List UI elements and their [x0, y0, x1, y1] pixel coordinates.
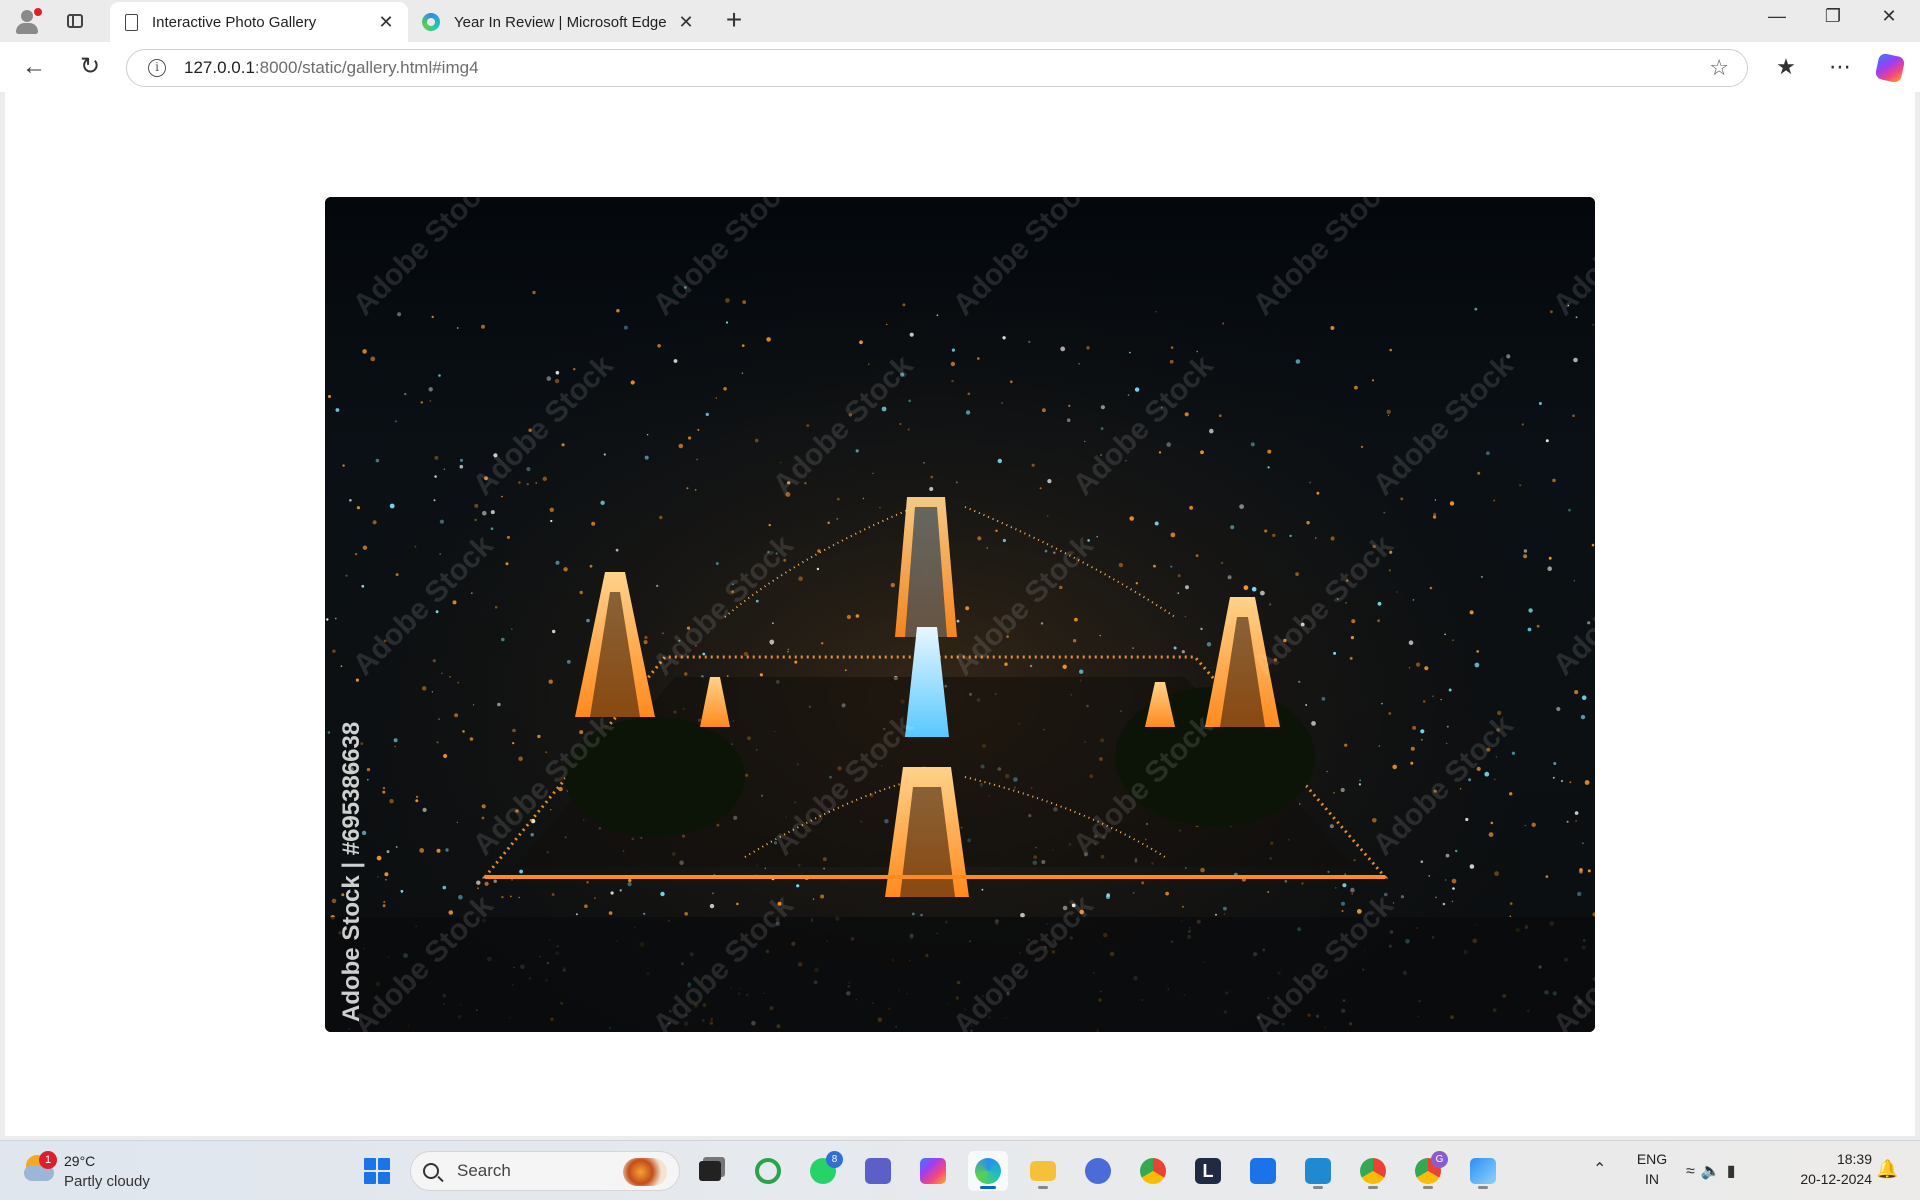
tab-title: Year In Review | Microsoft Edge [454, 13, 667, 31]
language-indicator[interactable]: ENG IN [1632, 1149, 1672, 1189]
close-tab-icon[interactable]: ✕ [376, 12, 396, 33]
weather-widget[interactable]: 1 29°C Partly cloudy [20, 1149, 170, 1193]
copilot-app-button[interactable] [913, 1151, 953, 1191]
chrome-icon [1360, 1158, 1386, 1184]
site-info-icon[interactable]: i [148, 59, 166, 77]
url-host: 127.0.0.1 [184, 58, 255, 77]
teams-icon [865, 1158, 891, 1184]
url-path: :8000/static/gallery.html#img4 [254, 58, 479, 77]
close-tab-icon[interactable]: ✕ [676, 12, 696, 33]
folder-icon [1030, 1161, 1056, 1181]
weather-condition: Partly cloudy [64, 1173, 150, 1190]
l-app-icon: L [1195, 1158, 1221, 1184]
edge-taskbar-icon [975, 1158, 1001, 1184]
tab-title: Interactive Photo Gallery [152, 13, 317, 31]
minimize-button[interactable]: — [1752, 6, 1802, 27]
search-label: Search [457, 1161, 511, 1180]
running-indicator [1423, 1186, 1433, 1189]
clock-time: 18:39 [1836, 1151, 1872, 1167]
taskbar-search[interactable]: Search [410, 1151, 680, 1191]
photos-icon [1470, 1158, 1496, 1184]
new-tab-button[interactable]: + [718, 6, 750, 34]
browser-titlebar: Interactive Photo Gallery ✕ Year In Revi… [0, 0, 1920, 42]
chrome-icon [1140, 1158, 1166, 1184]
temple-night-photo: Adobe Stock Adobe Stock Adobe Stock Adobe S… [325, 197, 1595, 1032]
url-text: 127.0.0.1:8000/static/gallery.html#img4 [184, 58, 479, 78]
address-bar[interactable]: i 127.0.0.1:8000/static/gallery.html#img… [126, 49, 1748, 87]
app-green-ring[interactable] [748, 1151, 788, 1191]
chrome-profile-button[interactable] [1353, 1151, 1393, 1191]
windows-logo-icon [364, 1158, 390, 1184]
ring-app-icon [755, 1158, 781, 1184]
tab-year-in-review[interactable]: Year In Review | Microsoft Edge ✕ [410, 2, 708, 42]
edge-button[interactable] [968, 1151, 1008, 1191]
running-indicator [1368, 1186, 1378, 1189]
chrome-profile-g-button[interactable]: G [1408, 1151, 1448, 1191]
task-view-icon [699, 1161, 721, 1181]
close-window-button[interactable]: ✕ [1864, 6, 1914, 27]
weather-temp: 29°C [64, 1153, 96, 1169]
store-icon [1250, 1158, 1276, 1184]
favorites-icon[interactable]: ★ [1768, 50, 1804, 84]
task-view-button[interactable] [690, 1151, 730, 1191]
running-indicator [980, 1186, 996, 1189]
search-icon [423, 1163, 439, 1179]
app-arc-button[interactable] [1078, 1151, 1118, 1191]
arc-app-icon [1085, 1158, 1111, 1184]
chrome-profile-badge: G [1431, 1151, 1448, 1168]
system-tray-icons[interactable]: ≈🔈▮ [1686, 1161, 1742, 1181]
windows-taskbar: 1 29°C Partly cloudy Search 8 L G ⌃ ENG … [0, 1140, 1920, 1200]
back-button[interactable]: ← [16, 50, 52, 84]
store-button[interactable] [1243, 1151, 1283, 1191]
page-content: Adobe Stock Adobe Stock Adobe Stock Adobe S… [5, 92, 1915, 1136]
whatsapp-button[interactable]: 8 [803, 1151, 843, 1191]
clock[interactable]: 18:39 20-12-2024 [1780, 1149, 1872, 1189]
profile-icon[interactable] [10, 4, 44, 38]
weather-badge: 1 [39, 1151, 57, 1169]
tab-actions-icon[interactable] [58, 4, 92, 38]
teams-button[interactable] [858, 1151, 898, 1191]
tab-interactive-photo-gallery[interactable]: Interactive Photo Gallery ✕ [110, 2, 408, 42]
app-l-button[interactable]: L [1188, 1151, 1228, 1191]
more-options-icon[interactable]: ⋯ [1822, 50, 1858, 84]
running-indicator [1478, 1186, 1488, 1189]
language-line1: ENG [1636, 1151, 1668, 1167]
chrome-button[interactable] [1133, 1151, 1173, 1191]
copilot-app-icon [920, 1158, 946, 1184]
watermark-text: Adobe Stock | #695386638 [338, 722, 365, 1022]
running-indicator [1038, 1186, 1048, 1189]
language-line2: IN [1645, 1171, 1659, 1187]
whatsapp-badge: 8 [826, 1151, 843, 1168]
show-hidden-icons-chevron[interactable]: ⌃ [1593, 1159, 1606, 1179]
photos-button[interactable] [1463, 1151, 1503, 1191]
gallery-image[interactable]: Adobe Stock Adobe Stock Adobe Stock Adobe S… [325, 197, 1595, 1032]
search-highlight-icon [623, 1158, 667, 1186]
running-indicator [1313, 1186, 1323, 1189]
favorite-star-icon[interactable]: ☆ [1709, 55, 1729, 81]
file-explorer-button[interactable] [1023, 1151, 1063, 1191]
page-icon [125, 13, 138, 31]
vscode-icon [1305, 1158, 1331, 1184]
start-button[interactable] [357, 1151, 397, 1191]
clock-date: 20-12-2024 [1800, 1171, 1872, 1187]
browser-toolbar: ← ↻ i 127.0.0.1:8000/static/gallery.html… [0, 42, 1920, 92]
vscode-button[interactable] [1298, 1151, 1338, 1191]
copilot-icon[interactable] [1874, 52, 1906, 84]
edge-icon [422, 13, 440, 31]
restore-button[interactable]: ❐ [1808, 6, 1858, 27]
refresh-button[interactable]: ↻ [72, 50, 108, 84]
notifications-bell-icon[interactable]: 🔔 [1876, 1159, 1898, 1180]
